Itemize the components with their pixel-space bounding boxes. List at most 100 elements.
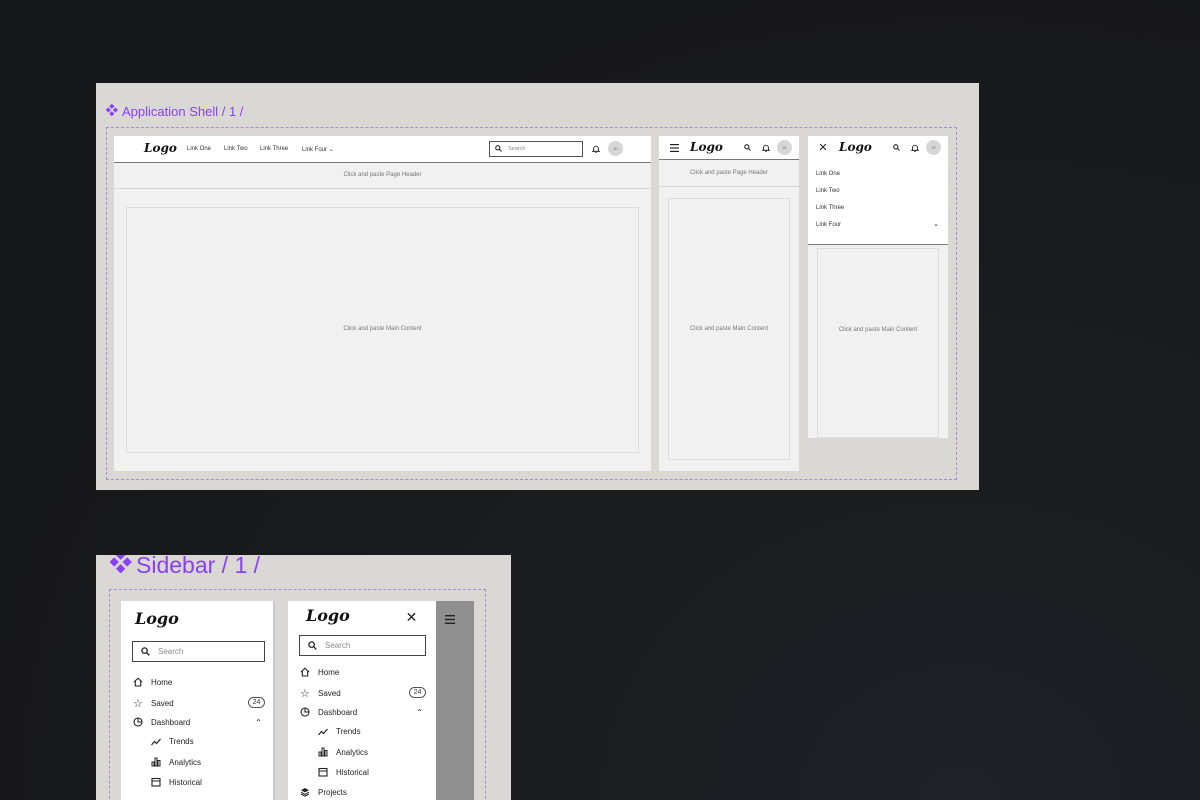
- chevron-up-icon[interactable]: ⌃: [415, 708, 424, 717]
- sidebar-item-label: Analytics: [336, 747, 369, 757]
- search-icon[interactable]: [743, 143, 752, 152]
- sidebar-subitem-historical[interactable]: Historical: [151, 777, 202, 787]
- sidebar-expanded[interactable]: Logo Search Home ☆ Saved 24 Dashboard ⌃: [121, 601, 275, 800]
- search-placeholder: Search: [325, 641, 351, 650]
- application-shell-title-text: Application Shell / 1 /: [122, 104, 244, 119]
- mobile-logo[interactable]: Logo: [839, 140, 872, 154]
- sidebar-item-label: Analytics: [169, 757, 202, 767]
- sidebar-logo[interactable]: Logo: [135, 609, 179, 628]
- trend-icon: [151, 738, 162, 746]
- search-icon[interactable]: [892, 143, 901, 152]
- mobile-link-three[interactable]: Link Three: [816, 205, 844, 211]
- nav-link-two[interactable]: Link Two: [224, 146, 248, 152]
- mobile-link-one[interactable]: Link One: [816, 171, 840, 177]
- sidebar-search-input[interactable]: Search: [299, 635, 426, 656]
- page-header-divider: [659, 186, 799, 187]
- trend-icon: [318, 728, 329, 736]
- sidebar-subitem-historical[interactable]: Historical: [318, 767, 369, 777]
- bar-chart-icon: [151, 757, 162, 767]
- sidebar-subitem-trends[interactable]: Trends: [151, 737, 194, 746]
- mobile-shell[interactable]: ✕ Logo JD Link One Link Two Link Three L…: [808, 136, 948, 438]
- sidebar-title-text: Sidebar / 1 /: [136, 555, 261, 578]
- main-content-area[interactable]: Click and paste Main Content: [668, 198, 790, 460]
- sidebar-item-saved[interactable]: ☆ Saved: [300, 687, 341, 700]
- nav-link-three[interactable]: Link Three: [260, 146, 288, 152]
- sidebar-item-label: Saved: [318, 689, 341, 698]
- page-header-placeholder[interactable]: Click and paste Page Header: [114, 172, 651, 178]
- search-icon: [141, 643, 150, 661]
- main-content-placeholder: Click and paste Main Content: [689, 326, 769, 332]
- hamburger-menu-icon[interactable]: [444, 614, 455, 624]
- sidebar-item-label: Historical: [336, 767, 369, 777]
- sidebar-subitem-analytics[interactable]: Analytics: [318, 747, 368, 757]
- close-icon[interactable]: ✕: [405, 609, 418, 625]
- application-shell-frame: Application Shell / 1 / Logo Link One Li…: [96, 83, 979, 490]
- sidebar-title[interactable]: Sidebar / 1 /: [109, 555, 261, 579]
- pie-chart-icon: [133, 717, 144, 727]
- component-diamond-icon: [105, 103, 118, 119]
- sidebar-overlay[interactable]: Logo ✕ Search Home ☆ Saved 24 Dashboard …: [288, 601, 436, 800]
- navbar-search-input[interactable]: Search: [489, 141, 583, 157]
- search-icon: [495, 144, 502, 154]
- main-content-placeholder: Click and paste Main Content: [343, 326, 422, 332]
- sidebar-search-input[interactable]: Search: [132, 641, 265, 662]
- tablet-shell[interactable]: Logo JD Click and paste Page Header Clic…: [659, 136, 799, 471]
- bar-chart-icon: [318, 747, 329, 757]
- nav-link-one[interactable]: Link One: [187, 146, 211, 152]
- mobile-menu-divider: [808, 244, 948, 245]
- sidebar-item-label: Trends: [336, 727, 361, 736]
- page-header-divider: [114, 188, 651, 189]
- desktop-shell[interactable]: Logo Link One Link Two Link Three Link F…: [114, 136, 651, 471]
- tablet-logo[interactable]: Logo: [690, 140, 723, 154]
- nav-link-four-label: Link Four: [302, 147, 328, 153]
- pie-chart-icon: [300, 707, 311, 717]
- sidebar-item-saved[interactable]: ☆ Saved: [133, 697, 174, 710]
- sidebar-item-label: Saved: [151, 699, 174, 708]
- chevron-down-icon: ⌄: [328, 147, 334, 153]
- sidebar-item-home[interactable]: Home: [300, 667, 339, 677]
- main-content-placeholder: Click and paste Main Content: [838, 327, 918, 333]
- sidebar-subitem-analytics[interactable]: Analytics: [151, 757, 201, 767]
- star-icon: ☆: [300, 688, 310, 700]
- user-avatar[interactable]: JD: [926, 140, 941, 155]
- page-header-placeholder[interactable]: Click and paste Page Header: [659, 170, 799, 176]
- user-avatar[interactable]: JD: [777, 140, 792, 155]
- component-diamond-icon: [109, 555, 132, 579]
- sidebar-item-projects[interactable]: Projects: [300, 787, 347, 797]
- bell-icon[interactable]: [591, 144, 601, 154]
- close-icon[interactable]: ✕: [818, 142, 828, 154]
- sidebar-item-home[interactable]: Home: [133, 677, 172, 687]
- calendar-icon: [151, 777, 162, 787]
- bell-icon[interactable]: [910, 143, 919, 152]
- mobile-link-two[interactable]: Link Two: [816, 188, 840, 194]
- application-shell-title[interactable]: Application Shell / 1 /: [105, 103, 244, 119]
- navbar-logo[interactable]: Logo: [144, 141, 177, 155]
- tablet-navbar-divider: [659, 159, 799, 160]
- main-content-area[interactable]: Click and paste Main Content: [817, 248, 939, 438]
- home-icon: [300, 667, 311, 677]
- sidebar-subitem-trends[interactable]: Trends: [318, 727, 361, 736]
- sidebar-item-label: Home: [151, 677, 173, 687]
- bell-icon[interactable]: [761, 143, 770, 152]
- nav-link-four[interactable]: Link Four ⌄: [302, 146, 334, 153]
- hamburger-menu-icon[interactable]: [669, 143, 679, 152]
- saved-count-badge: 24: [409, 687, 426, 698]
- main-content-area[interactable]: Click and paste Main Content: [126, 207, 639, 453]
- sidebar-item-dashboard[interactable]: Dashboard: [133, 717, 190, 727]
- sidebar-item-label: Dashboard: [318, 707, 358, 717]
- chevron-down-icon[interactable]: ⌄: [932, 220, 940, 228]
- saved-count-badge: 24: [248, 697, 265, 708]
- chevron-up-icon[interactable]: ⌃: [254, 718, 263, 727]
- user-avatar[interactable]: JD: [608, 141, 623, 156]
- overlay-backdrop[interactable]: [436, 601, 474, 800]
- mobile-link-four[interactable]: Link Four: [816, 222, 841, 228]
- sidebar-logo[interactable]: Logo: [306, 606, 350, 625]
- sidebar-frame: Sidebar / 1 / Logo Search Home ☆ Saved 2…: [96, 555, 511, 800]
- home-icon: [133, 677, 144, 687]
- navbar-divider: [114, 162, 651, 163]
- sidebar-item-dashboard[interactable]: Dashboard: [300, 707, 357, 717]
- sidebar-item-label: Home: [318, 667, 340, 677]
- layers-icon: [300, 787, 311, 797]
- search-placeholder: Search: [158, 647, 184, 656]
- search-placeholder: Search: [508, 146, 526, 152]
